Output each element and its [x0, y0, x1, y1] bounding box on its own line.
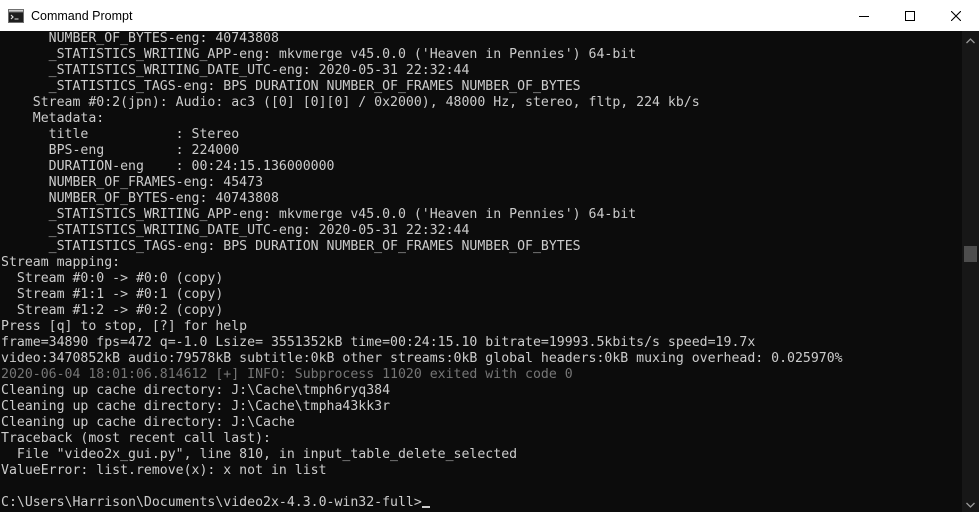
console-line-text: 2020-06-04 18:01:06.814612 [+] INFO: Sub…: [1, 367, 573, 382]
console-line: NUMBER_OF_FRAMES-eng: 45473: [0, 175, 962, 191]
console-app-icon: [8, 8, 24, 24]
scroll-up-arrow-icon: [966, 31, 975, 49]
console-line: Stream #0:0 -> #0:0 (copy): [0, 271, 962, 287]
maximize-button[interactable]: [887, 0, 933, 31]
console-line-text: DURATION-eng : 00:24:15.136000000: [1, 159, 335, 174]
close-button[interactable]: [933, 0, 979, 31]
console-line: Metadata:: [0, 111, 962, 127]
console-line: ValueError: list.remove(x): x not in lis…: [0, 463, 962, 479]
console-line: Cleaning up cache directory: J:\Cache\tm…: [0, 383, 962, 399]
vertical-scrollbar[interactable]: [962, 31, 979, 512]
console-line-text: Stream #1:2 -> #0:2 (copy): [1, 303, 224, 318]
console-line: Cleaning up cache directory: J:\Cache: [0, 415, 962, 431]
console-line-text: Stream mapping:: [1, 255, 121, 270]
console-line: _STATISTICS_WRITING_APP-eng: mkvmerge v4…: [0, 207, 962, 223]
console-line: DURATION-eng : 00:24:15.136000000: [0, 159, 962, 175]
scroll-down-button[interactable]: [962, 495, 979, 512]
title-bar[interactable]: Command Prompt: [0, 0, 979, 31]
minimize-icon: [859, 11, 869, 21]
console-line: Traceback (most recent call last):: [0, 431, 962, 447]
console-line-text: _STATISTICS_WRITING_APP-eng: mkvmerge v4…: [1, 207, 637, 222]
console-line-text: BPS-eng : 224000: [1, 143, 240, 158]
console-line: title : Stereo: [0, 127, 962, 143]
console-line: _STATISTICS_WRITING_DATE_UTC-eng: 2020-0…: [0, 223, 962, 239]
window-title: Command Prompt: [31, 8, 133, 23]
console-line-text: Cleaning up cache directory: J:\Cache\tm…: [1, 399, 391, 414]
console-line-text: Press [q] to stop, [?] for help: [1, 319, 248, 334]
console-line-text: Cleaning up cache directory: J:\Cache\tm…: [1, 383, 391, 398]
command-prompt-line: C:\Users\Harrison\Documents\video2x-4.3.…: [0, 495, 962, 511]
console-line: Stream #1:1 -> #0:1 (copy): [0, 287, 962, 303]
console-line: Press [q] to stop, [?] for help: [0, 319, 962, 335]
console-line: Stream #1:2 -> #0:2 (copy): [0, 303, 962, 319]
console-line-text: _STATISTICS_WRITING_DATE_UTC-eng: 2020-0…: [1, 63, 470, 78]
close-icon: [951, 10, 961, 21]
console-line: BPS-eng : 224000: [0, 143, 962, 159]
console-line-text: Traceback (most recent call last):: [1, 431, 271, 446]
scroll-up-button[interactable]: [962, 31, 979, 48]
console-line-text: _STATISTICS_TAGS-eng: BPS DURATION NUMBE…: [1, 79, 581, 94]
console-line-text: Stream #0:0 -> #0:0 (copy): [1, 271, 224, 286]
minimize-button[interactable]: [841, 0, 887, 31]
console-line: frame=34890 fps=472 q=-1.0 Lsize= 355135…: [0, 335, 962, 351]
console-line-text: _STATISTICS_TAGS-eng: BPS DURATION NUMBE…: [1, 239, 581, 254]
console-line: _STATISTICS_TAGS-eng: BPS DURATION NUMBE…: [0, 239, 962, 255]
console-line: NUMBER_OF_BYTES-eng: 40743808: [0, 191, 962, 207]
console-line-text: ValueError: list.remove(x): x not in lis…: [1, 463, 327, 478]
console-line-text: Cleaning up cache directory: J:\Cache: [1, 415, 295, 430]
console-line: 2020-06-04 18:01:06.814612 [+] INFO: Sub…: [0, 367, 962, 383]
scrollbar-thumb[interactable]: [964, 246, 977, 263]
window-controls: [841, 0, 979, 31]
console-line: _STATISTICS_WRITING_APP-eng: mkvmerge v4…: [0, 47, 962, 63]
console-line: NUMBER_OF_BYTES-eng: 40743808: [0, 31, 962, 47]
console-line-text: Metadata:: [1, 111, 105, 126]
scroll-down-arrow-icon: [966, 495, 975, 512]
console-output[interactable]: NUMBER_OF_BYTES-eng: 40743808 _STATISTIC…: [0, 31, 962, 512]
text-cursor: [421, 506, 430, 508]
console-line-text: NUMBER_OF_BYTES-eng: 40743808: [1, 191, 279, 206]
console-line: File "video2x_gui.py", line 810, in inpu…: [0, 447, 962, 463]
console-line: Stream mapping:: [0, 255, 962, 271]
console-line: _STATISTICS_TAGS-eng: BPS DURATION NUMBE…: [0, 79, 962, 95]
console-line-text: File "video2x_gui.py", line 810, in inpu…: [1, 447, 518, 462]
console-line: video:3470852kB audio:79578kB subtitle:0…: [0, 351, 962, 367]
console-line-text: title : Stereo: [1, 127, 240, 142]
console-line-text: frame=34890 fps=472 q=-1.0 Lsize= 355135…: [1, 335, 756, 350]
console-line: Cleaning up cache directory: J:\Cache\tm…: [0, 399, 962, 415]
command-prompt-window: Command Prompt NUMBER_OF_BYTES-eng: 4074…: [0, 0, 979, 512]
maximize-icon: [905, 10, 915, 21]
console-line: Stream #0:2(jpn): Audio: ac3 ([0] [0][0]…: [0, 95, 962, 111]
console-line-text: Stream #1:1 -> #0:1 (copy): [1, 287, 224, 302]
console-line-text: NUMBER_OF_FRAMES-eng: 45473: [1, 175, 264, 190]
console-line-text: NUMBER_OF_BYTES-eng: 40743808: [1, 31, 279, 46]
console-line-text: _STATISTICS_WRITING_APP-eng: mkvmerge v4…: [1, 47, 637, 62]
console-line: _STATISTICS_WRITING_DATE_UTC-eng: 2020-0…: [0, 63, 962, 79]
console-line-text: Stream #0:2(jpn): Audio: ac3 ([0] [0][0]…: [1, 95, 700, 110]
prompt-text: C:\Users\Harrison\Documents\video2x-4.3.…: [1, 495, 422, 510]
console-line-text: _STATISTICS_WRITING_DATE_UTC-eng: 2020-0…: [1, 223, 470, 238]
console-line-text: video:3470852kB audio:79578kB subtitle:0…: [1, 351, 843, 366]
